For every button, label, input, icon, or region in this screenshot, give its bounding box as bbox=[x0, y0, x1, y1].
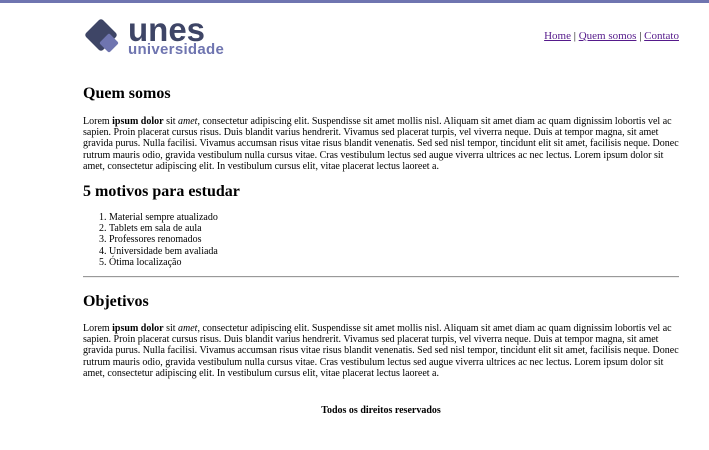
list-item: Tablets em sala de aula bbox=[109, 223, 679, 234]
nav-link-quem-somos[interactable]: Quem somos bbox=[579, 30, 637, 42]
nav-link-contato[interactable]: Contato bbox=[644, 30, 679, 42]
logo-subtitle-text: universidade bbox=[128, 41, 225, 58]
about-text-mid: sit bbox=[163, 116, 179, 127]
main-nav: Home | Quem somos | Contato bbox=[544, 30, 679, 42]
site-header: unes universidade Home | Quem somos | Co… bbox=[83, 3, 679, 58]
list-item: Ótima localização bbox=[109, 257, 679, 268]
goals-text-italic: amet bbox=[178, 323, 198, 335]
about-section: Quem somos Lorem ipsum dolor sit amet, c… bbox=[83, 85, 679, 172]
goals-section: Objetivos Lorem ipsum dolor sit amet, co… bbox=[83, 293, 679, 379]
reasons-list: Material sempre atualizado Tablets em sa… bbox=[83, 212, 679, 268]
page-container: unes universidade Home | Quem somos | Co… bbox=[83, 3, 679, 416]
section-divider bbox=[83, 276, 679, 279]
goals-text-bold: ipsum dolor bbox=[112, 323, 164, 335]
footer-text: Todos os direitos reservados bbox=[321, 405, 441, 417]
goals-text-lead: Lorem bbox=[83, 323, 113, 335]
nav-separator: | bbox=[573, 30, 576, 42]
goals-text-mid: sit bbox=[163, 323, 179, 335]
list-item: Material sempre atualizado bbox=[109, 212, 679, 223]
about-text-lead: Lorem bbox=[83, 116, 113, 127]
reasons-section: 5 motivos para estudar Material sempre a… bbox=[83, 183, 679, 268]
list-item: Professores renomados bbox=[109, 234, 679, 245]
diamond-logo-icon bbox=[85, 19, 119, 53]
about-paragraph: Lorem ipsum dolor sit amet, consectetur … bbox=[83, 116, 679, 172]
site-footer: Todos os direitos reservados bbox=[83, 405, 679, 416]
goals-heading: Objetivos bbox=[83, 293, 149, 311]
about-text-bold: ipsum dolor bbox=[112, 116, 164, 127]
nav-link-home[interactable]: Home bbox=[544, 30, 571, 42]
reasons-heading: 5 motivos para estudar bbox=[83, 183, 240, 201]
goals-paragraph: Lorem ipsum dolor sit amet, consectetur … bbox=[83, 323, 679, 379]
nav-separator: | bbox=[639, 30, 642, 42]
about-heading: Quem somos bbox=[83, 85, 171, 102]
about-text-italic: amet bbox=[178, 116, 198, 127]
list-item: Universidade bem avaliada bbox=[109, 246, 679, 257]
site-logo[interactable]: unes universidade bbox=[83, 13, 233, 58]
